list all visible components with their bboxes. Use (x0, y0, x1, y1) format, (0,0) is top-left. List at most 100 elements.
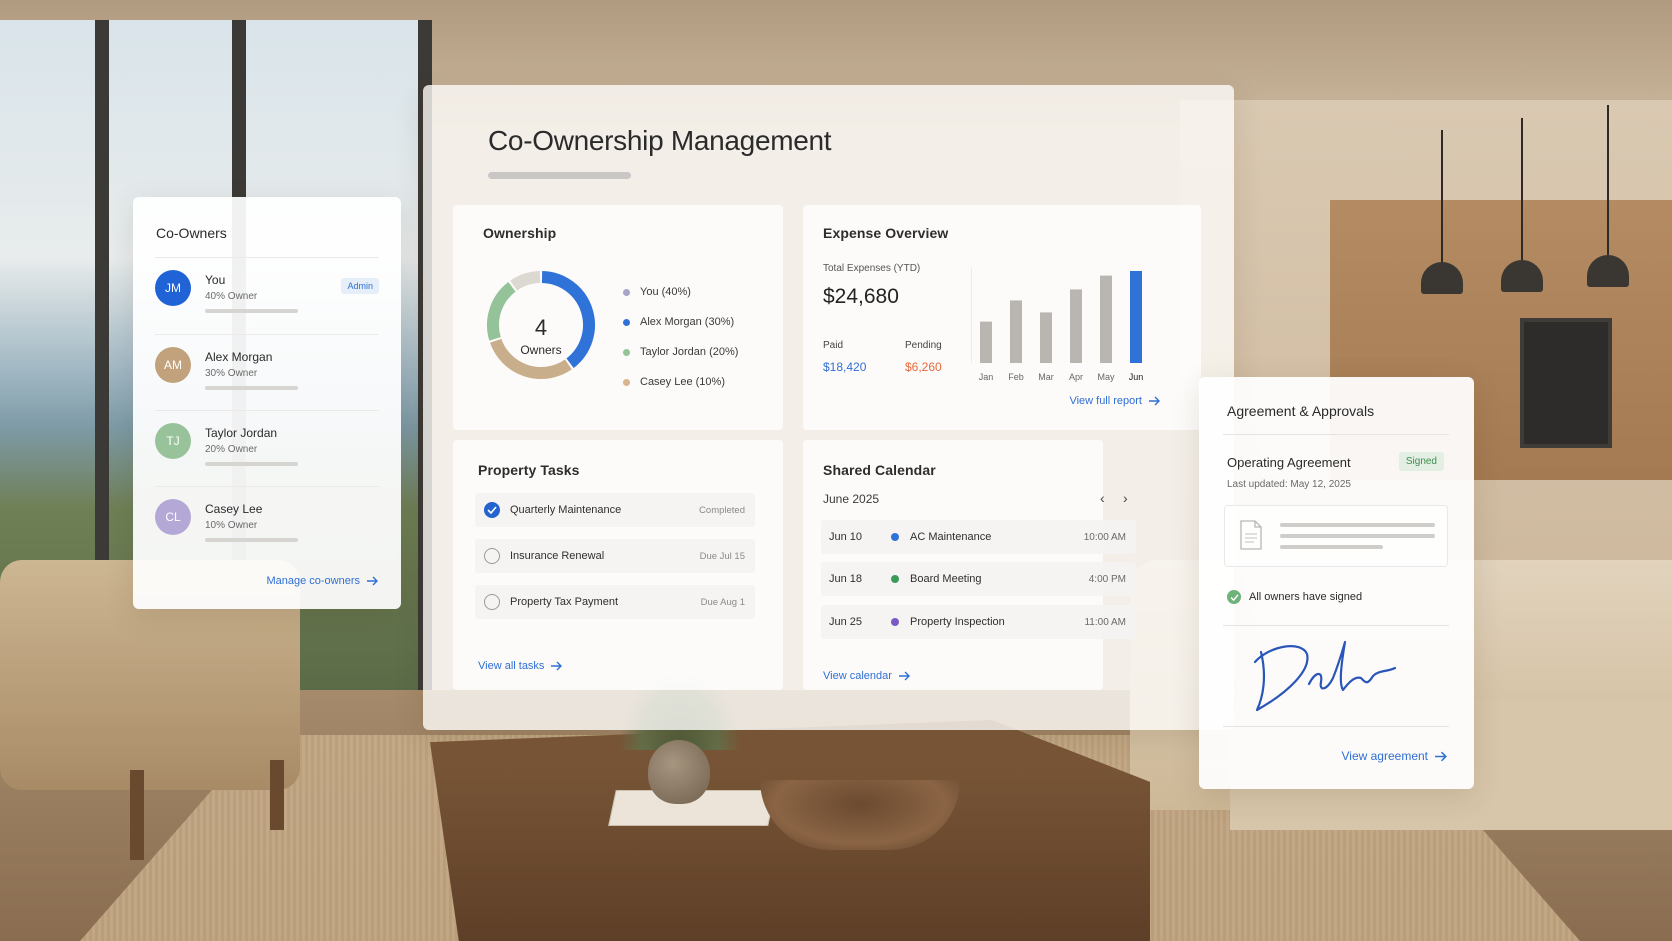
legend-item: Casey Lee (10%) (623, 367, 738, 397)
task-row[interactable]: Insurance Renewal Due Jul 15 (475, 539, 755, 573)
co-owners-panel: Co-Owners JM You 40% Owner Admin AM Alex… (133, 197, 401, 609)
divider (1223, 625, 1449, 626)
tasks-title: Property Tasks (478, 462, 580, 478)
view-full-report-link[interactable]: View full report (1069, 395, 1161, 407)
all-signed-status: All owners have signed (1227, 590, 1362, 604)
owner-share: 20% Owner (205, 444, 258, 455)
calendar-title: Shared Calendar (823, 462, 936, 478)
owner-row[interactable]: TJ Taylor Jordan 20% Owner (155, 410, 379, 482)
admin-badge: Admin (341, 278, 379, 294)
event-date: Jun 25 (829, 616, 863, 628)
calendar-event-row[interactable]: Jun 25 Property Inspection 11:00 AM (821, 605, 1136, 639)
document-preview[interactable] (1224, 505, 1448, 567)
task-row[interactable]: Quarterly Maintenance Completed (475, 493, 755, 527)
ownership-title: Ownership (483, 225, 557, 241)
view-all-tasks-link[interactable]: View all tasks (478, 660, 563, 672)
chevron-left-icon[interactable]: ‹ (1100, 490, 1105, 506)
task-row[interactable]: Property Tax Payment Due Aug 1 (475, 585, 755, 619)
calendar-event-row[interactable]: Jun 18 Board Meeting 4:00 PM (821, 562, 1136, 596)
bg-chair-leg (130, 770, 144, 860)
bar-month-label: Feb (1008, 372, 1024, 382)
event-time: 4:00 PM (1088, 573, 1126, 585)
agreement-last-updated: Last updated: May 12, 2025 (1227, 479, 1351, 490)
owner-name: Casey Lee (205, 502, 263, 516)
calendar-event-row[interactable]: Jun 10 AC Maintenance 10:00 AM (821, 520, 1136, 554)
agreement-approvals-panel: Agreement & Approvals Operating Agreemen… (1199, 377, 1474, 789)
monthly-expense-bar-chart: Jan Feb Mar Apr May Jun (971, 267, 1143, 382)
task-name: Quarterly Maintenance (510, 504, 622, 516)
property-tasks-card: Property Tasks Quarterly Maintenance Com… (453, 440, 783, 690)
expense-bar (1130, 271, 1142, 363)
bg-lamp-cord (1441, 130, 1443, 265)
paid-value: $18,420 (823, 360, 867, 374)
expense-title: Expense Overview (823, 225, 949, 241)
owner-share-bar (205, 538, 298, 542)
arrow-right-icon (1149, 396, 1160, 406)
view-full-report-label: View full report (1069, 395, 1142, 407)
agreement-title: Agreement & Approvals (1227, 403, 1375, 419)
event-time: 11:00 AM (1084, 616, 1126, 628)
expense-bar (980, 321, 992, 363)
task-name: Property Tax Payment (510, 596, 619, 608)
signed-badge: Signed (1398, 452, 1444, 471)
checkbox-empty-icon[interactable] (484, 594, 500, 610)
event-time: 10:00 AM (1083, 531, 1126, 543)
avatar: JM (155, 270, 191, 306)
bg-oven (1520, 318, 1612, 448)
donut-center-label: Owners (520, 343, 562, 357)
view-calendar-label: View calendar (823, 670, 892, 682)
legend-label: Alex Morgan (30%) (640, 316, 735, 328)
event-dot (891, 618, 899, 626)
checkbox-checked-icon[interactable] (484, 502, 500, 518)
owner-row[interactable]: JM You 40% Owner Admin (155, 257, 379, 329)
ownership-legend: You (40%) Alex Morgan (30%) Taylor Jorda… (623, 277, 738, 397)
page-title: Co-Ownership Management (488, 125, 832, 156)
owner-share: 30% Owner (205, 368, 258, 379)
view-agreement-link[interactable]: View agreement (1342, 749, 1449, 763)
bar-month-label: Jan (979, 372, 994, 382)
ownership-card: Ownership 4 Owners You (40%) Alex Morgan… (453, 205, 783, 430)
co-owners-title: Co-Owners (156, 225, 227, 241)
legend-dot (623, 378, 630, 386)
calendar-month: June 2025 (823, 492, 880, 506)
owner-share-bar (205, 462, 298, 466)
view-calendar-link[interactable]: View calendar (823, 670, 911, 682)
divider (1223, 434, 1449, 435)
manage-co-owners-label: Manage co-owners (266, 575, 360, 587)
expense-total: $24,680 (823, 285, 899, 308)
all-signed-label: All owners have signed (1249, 591, 1363, 603)
manage-co-owners-link[interactable]: Manage co-owners (266, 575, 379, 587)
event-date: Jun 10 (829, 531, 863, 543)
owner-row[interactable]: AM Alex Morgan 30% Owner (155, 334, 379, 406)
document-icon (1240, 520, 1262, 550)
legend-dot (623, 288, 630, 296)
arrow-right-icon (898, 671, 910, 681)
owner-share-bar (205, 386, 298, 390)
event-dot (891, 575, 899, 583)
chevron-right-icon[interactable]: › (1123, 490, 1128, 506)
avatar: TJ (155, 423, 191, 459)
document-line (1280, 534, 1435, 538)
title-underline (488, 172, 631, 179)
owner-share: 40% Owner (205, 291, 258, 302)
bar-month-label: Apr (1069, 372, 1083, 382)
avatar: AM (155, 347, 191, 383)
owner-name: Alex Morgan (205, 350, 273, 364)
shared-calendar-card: Shared Calendar June 2025 ‹ › Jun 10 AC … (803, 440, 1136, 690)
bar-month-label: May (1097, 372, 1115, 382)
expense-bar (1100, 275, 1112, 363)
event-name: AC Maintenance (910, 531, 992, 543)
avatar: CL (155, 499, 191, 535)
checkbox-empty-icon[interactable] (484, 548, 500, 564)
document-line (1280, 545, 1383, 549)
view-all-tasks-label: View all tasks (478, 660, 545, 672)
legend-label: Casey Lee (10%) (640, 376, 725, 388)
arrow-right-icon (1435, 751, 1447, 761)
owner-name: You (205, 273, 226, 287)
owner-row[interactable]: CL Casey Lee 10% Owner (155, 486, 379, 558)
donut-center-number: 4 (534, 315, 548, 340)
task-status: Due Jul 15 (699, 550, 745, 562)
main-dashboard-panel: Co-Ownership Management Ownership 4 Owne… (423, 85, 1234, 730)
arrow-right-icon (367, 576, 378, 586)
event-name: Board Meeting (910, 573, 982, 585)
